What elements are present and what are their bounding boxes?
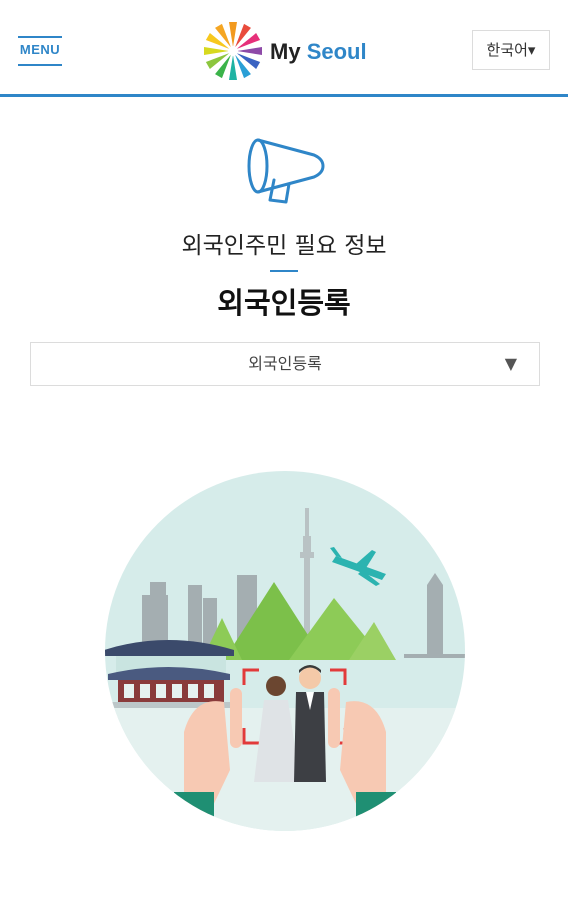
brand-name: My Seoul [270,39,367,65]
dropdown-arrow-icon: ▼ [504,354,517,373]
language-selector[interactable]: 한국어▾ [472,30,550,70]
page: MENU My Seoul 한국어▾ 외국인주민 필요 정보 외국인등록 외국인… [0,0,568,900]
dropdown-selected-value: 외국인등록 [248,354,322,373]
my-seoul-logo[interactable]: My Seoul [200,20,380,82]
menu-button[interactable]: MENU [18,36,62,66]
category-subtitle: 외국인주민 필요 정보 [181,233,387,259]
star-logo-icon [204,22,262,80]
title-divider [270,270,298,272]
registration-illustration [105,471,465,831]
menu-label: MENU [19,42,61,57]
topic-dropdown[interactable]: 외국인등록 ▼ [30,342,540,386]
brand-seoul: Seoul [306,39,367,64]
menu-bar-top [18,36,62,38]
header: MENU My Seoul 한국어▾ [0,0,568,97]
page-title: 외국인등록 [217,286,351,320]
brand-my: My [270,39,301,64]
megaphone-icon [247,138,325,204]
menu-bar-bottom [18,64,62,66]
